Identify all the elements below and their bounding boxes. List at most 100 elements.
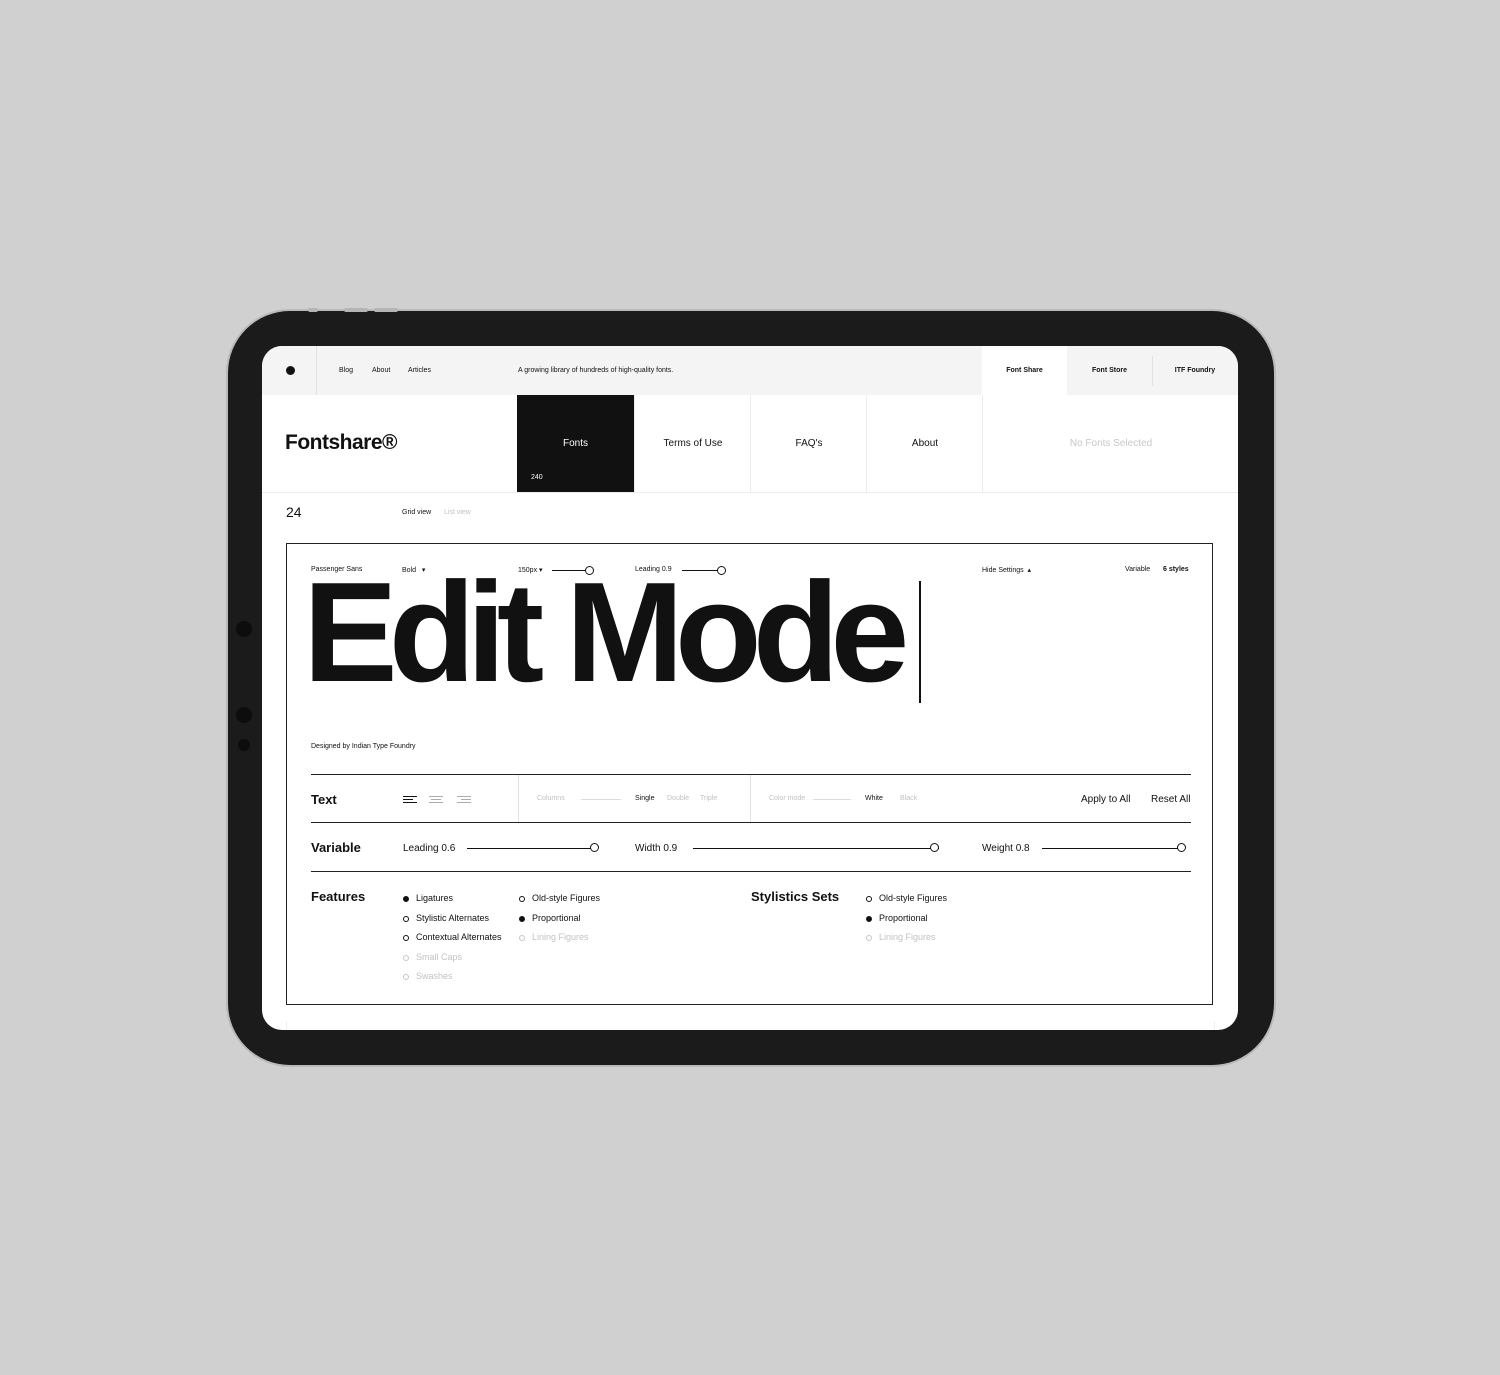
divider: [262, 492, 1238, 493]
feature-label: Proportional: [532, 913, 581, 923]
feature-contextual-alternates[interactable]: Contextual Alternates: [403, 932, 502, 942]
divider: [311, 871, 1191, 872]
var-leading-label: Leading 0.6: [403, 843, 456, 854]
divider: [750, 775, 751, 822]
radio-disabled-icon: [403, 954, 409, 961]
radio-on-icon: [403, 895, 409, 902]
variable-label: Variable: [1125, 566, 1151, 573]
hide-settings-button[interactable]: Hide Settings ▴: [982, 566, 1031, 574]
feature-ligatures[interactable]: Ligatures: [403, 893, 453, 903]
feature-swashes[interactable]: Swashes: [403, 971, 453, 981]
list-view-toggle[interactable]: List view: [444, 509, 471, 516]
device-button: [344, 308, 368, 312]
designer-credit: Designed by Indian Type Foundry: [311, 743, 416, 750]
feature-label: Ligatures: [416, 893, 454, 903]
align-left-icon[interactable]: [403, 796, 417, 805]
feature-oldstyle-figures[interactable]: Old-style Figures: [519, 893, 600, 903]
fonts-count: 240: [531, 474, 543, 481]
sensor-icon: [238, 739, 250, 751]
camera-icon: [236, 707, 252, 723]
set-lining-figures[interactable]: Lining Figures: [866, 932, 936, 942]
radio-off-icon: [866, 895, 872, 902]
tagline: A growing library of hundreds of high-qu…: [518, 367, 674, 374]
feature-label: Lining Figures: [532, 932, 589, 942]
var-width-knob[interactable]: [930, 843, 940, 852]
columns-double[interactable]: Double: [667, 795, 689, 802]
align-right-icon[interactable]: [457, 796, 471, 805]
hide-settings-label: Hide Settings: [982, 567, 1024, 574]
tab-font-store[interactable]: Font Store: [1067, 346, 1152, 395]
radio-disabled-icon: [403, 973, 409, 980]
device-button: [374, 308, 398, 312]
nav-about[interactable]: About: [866, 395, 983, 492]
var-weight-slider[interactable]: [1042, 848, 1184, 849]
var-leading-knob[interactable]: [590, 843, 600, 852]
logo[interactable]: Fontshare®: [285, 431, 398, 455]
columns-label: Columns: [537, 795, 565, 802]
divider: [581, 799, 621, 800]
styles-count: 6 styles: [1163, 566, 1189, 573]
grid-view-toggle[interactable]: Grid view: [402, 509, 431, 516]
var-leading-slider[interactable]: [467, 848, 597, 849]
topbar-link-about[interactable]: About: [372, 367, 390, 374]
set-label: Lining Figures: [879, 932, 936, 942]
home-dot-icon[interactable]: [286, 366, 295, 375]
device-button: [308, 308, 318, 312]
feature-stylistic-alternates[interactable]: Stylistic Alternates: [403, 913, 489, 923]
feature-proportional[interactable]: Proportional: [519, 913, 581, 923]
var-width-slider[interactable]: [693, 848, 939, 849]
var-width-label: Width 0.9: [635, 843, 678, 854]
chevron-up-icon: ▴: [1027, 567, 1032, 574]
divider: [813, 799, 851, 800]
next-card-edge: [286, 1021, 1215, 1030]
variable-section-label: Variable: [311, 840, 361, 855]
align-center-icon[interactable]: [429, 796, 443, 805]
set-oldstyle-figures[interactable]: Old-style Figures: [866, 893, 947, 903]
set-proportional[interactable]: Proportional: [866, 913, 928, 923]
selection-status[interactable]: No Fonts Selected: [982, 395, 1238, 492]
radio-off-icon: [519, 895, 525, 902]
topbar-link-blog[interactable]: Blog: [339, 367, 353, 374]
stylistic-sets-label: Stylistics Sets: [751, 889, 840, 904]
reset-all-button[interactable]: Reset All: [1151, 794, 1190, 805]
feature-label: Contextual Alternates: [416, 932, 502, 942]
radio-off-icon: [403, 915, 409, 922]
text-cursor: [919, 581, 921, 703]
text-section-label: Text: [311, 792, 337, 807]
feature-label: Small Caps: [416, 952, 463, 962]
nav-fonts[interactable]: Fonts 240: [517, 395, 634, 492]
nav-terms[interactable]: Terms of Use: [634, 395, 751, 492]
feature-small-caps[interactable]: Small Caps: [403, 952, 462, 962]
nav-faqs[interactable]: FAQ's: [750, 395, 867, 492]
radio-disabled-icon: [866, 934, 872, 941]
radio-on-icon: [866, 915, 872, 922]
tab-itf-foundry[interactable]: ITF Foundry: [1152, 346, 1238, 395]
colormode-label: Color mode: [769, 795, 806, 802]
columns-triple[interactable]: Triple: [700, 795, 717, 802]
tab-font-share[interactable]: Font Share: [982, 346, 1067, 395]
var-weight-knob[interactable]: [1177, 843, 1187, 852]
font-card: Passenger Sans Bold ▾ 150px ▾ Leading 0.…: [286, 543, 1213, 1005]
colormode-white[interactable]: White: [865, 795, 883, 802]
radio-on-icon: [519, 915, 525, 922]
divider: [518, 775, 519, 822]
camera-icon: [236, 621, 252, 637]
feature-label: Stylistic Alternates: [416, 913, 490, 923]
divider: [311, 774, 1191, 775]
var-weight-label: Weight 0.8: [982, 843, 1030, 854]
divider: [316, 346, 317, 395]
features-section-label: Features: [311, 889, 366, 904]
columns-single[interactable]: Single: [635, 795, 654, 802]
preview-text[interactable]: Edit Mode: [303, 562, 909, 704]
set-label: Old-style Figures: [879, 893, 948, 903]
radio-off-icon: [403, 934, 409, 941]
radio-disabled-icon: [519, 934, 525, 941]
feature-lining-figures[interactable]: Lining Figures: [519, 932, 589, 942]
apply-all-button[interactable]: Apply to All: [1081, 794, 1130, 805]
feature-label: Old-style Figures: [532, 893, 601, 903]
set-label: Proportional: [879, 913, 928, 923]
topbar-link-articles[interactable]: Articles: [408, 367, 431, 374]
screen: Blog About Articles A growing library of…: [262, 346, 1238, 1030]
nav-fonts-label: Fonts: [562, 438, 588, 449]
colormode-black[interactable]: Black: [900, 795, 917, 802]
